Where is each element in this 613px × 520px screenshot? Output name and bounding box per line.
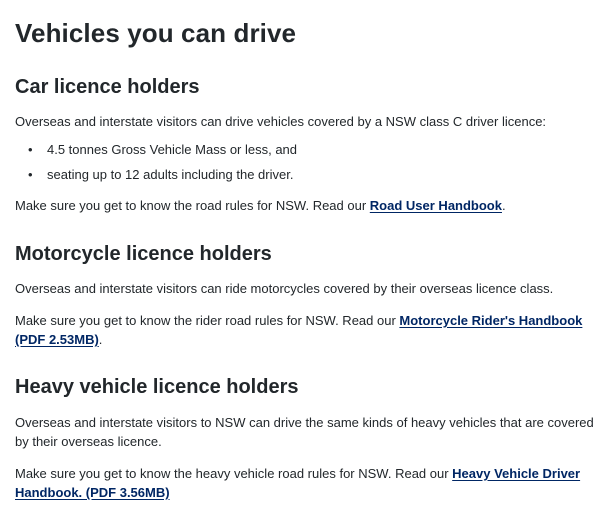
car-licence-heading: Car licence holders <box>15 76 200 98</box>
bullet-icon: • <box>28 142 33 157</box>
car-road-rules-text: Make sure you get to know the road rules… <box>15 196 605 215</box>
car-road-rules-suffix: . <box>501 198 506 213</box>
bullet-icon: • <box>28 167 33 182</box>
car-licence-list: • 4.5 tonnes Gross Vehicle Mass or less,… <box>15 140 605 184</box>
page-title: Vehicles you can drive <box>15 18 297 48</box>
motorcycle-licence-section: Motorcycle licence holders Overseas and … <box>15 241 605 349</box>
motorcycle-licence-heading: Motorcycle licence holders <box>15 243 272 265</box>
motorcycle-road-rules-suffix: . <box>98 332 103 347</box>
page-content: Vehicles you can drive Car licence holde… <box>0 0 613 520</box>
car-licence-section: Car licence holders Overseas and interst… <box>15 74 605 215</box>
list-item-text: seating up to 12 adults including the dr… <box>47 167 294 182</box>
motorcycle-licence-intro: Overseas and interstate visitors can rid… <box>15 281 554 296</box>
heavy-vehicle-licence-intro: Overseas and interstate visitors to NSW … <box>15 415 594 449</box>
list-item-text: 4.5 tonnes Gross Vehicle Mass or less, a… <box>47 142 298 157</box>
car-licence-intro: Overseas and interstate visitors can dri… <box>15 114 547 129</box>
heavy-vehicle-road-rules-prefix: Make sure you get to know the heavy vehi… <box>15 466 453 481</box>
heavy-vehicle-licence-section: Heavy vehicle licence holders Overseas a… <box>15 374 605 502</box>
car-road-rules-prefix: Make sure you get to know the road rules… <box>15 198 370 213</box>
motorcycle-road-rules-prefix: Make sure you get to know the rider road… <box>15 313 400 328</box>
road-user-handbook-link[interactable]: Road User Handbook <box>370 198 502 213</box>
motorcycle-road-rules-text: Make sure you get to know the rider road… <box>15 311 605 349</box>
list-item: • 4.5 tonnes Gross Vehicle Mass or less,… <box>28 140 605 159</box>
list-item: • seating up to 12 adults including the … <box>28 165 605 184</box>
heavy-vehicle-road-rules-text: Make sure you get to know the heavy vehi… <box>15 464 605 502</box>
heavy-vehicle-licence-heading: Heavy vehicle licence holders <box>15 376 299 398</box>
